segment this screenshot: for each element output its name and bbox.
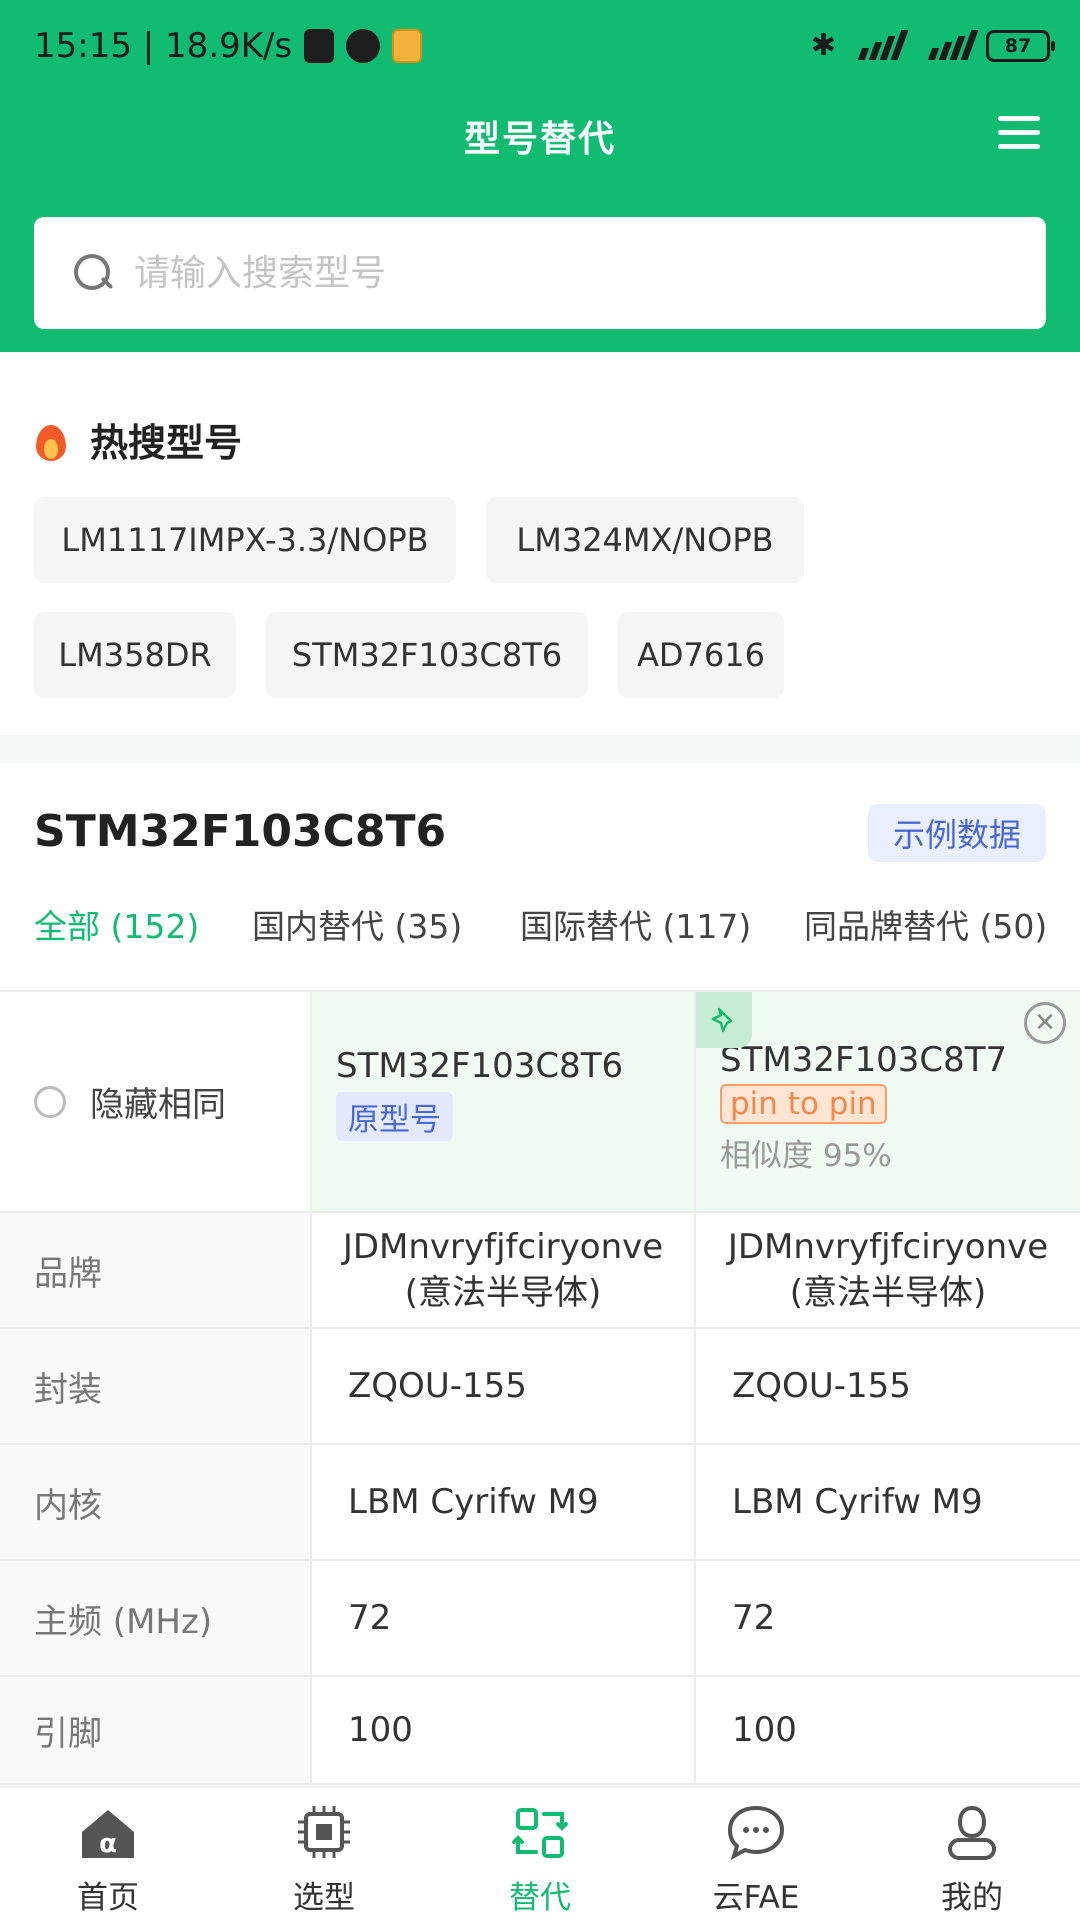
hot-search-title-text: 热搜型号 bbox=[90, 421, 243, 465]
hot-search-title: 热搜型号 bbox=[34, 412, 242, 467]
original-tag: 原型号 bbox=[336, 1092, 453, 1141]
alternative-part-number: STM32F103C8T7 bbox=[720, 1040, 1008, 1080]
app-header: 15:15 | 18.9K/s ✱ 87 型号替代 bbox=[0, 0, 1080, 352]
hot-chip[interactable]: LM358DR bbox=[34, 612, 236, 698]
tab-domestic[interactable]: 国内替代 (35) bbox=[252, 900, 462, 948]
alternative-brand-cn: (意法半导体) bbox=[789, 1273, 987, 1313]
search-input[interactable] bbox=[134, 252, 994, 294]
original-package-cell: ZQOU-155 bbox=[312, 1329, 696, 1445]
nav-selection[interactable]: 选型 bbox=[254, 1802, 394, 1918]
menu-icon[interactable] bbox=[998, 116, 1040, 152]
original-part-header: STM32F103C8T6 原型号 bbox=[312, 990, 696, 1213]
alternative-part-header[interactable]: ✕ STM32F103C8T7 pin to pin 相似度 95% bbox=[696, 990, 1080, 1213]
part-number-title: STM32F103C8T6 bbox=[34, 806, 447, 857]
tab-same-brand[interactable]: 同品牌替代 (50) bbox=[804, 900, 1047, 948]
original-brand-cell: JDMnvryfjfciryonve (意法半导体) bbox=[312, 1213, 696, 1329]
section-divider bbox=[0, 735, 1080, 763]
radio-icon[interactable] bbox=[34, 1085, 66, 1118]
original-brand-cn: (意法半导体) bbox=[404, 1273, 602, 1313]
page-title: 型号替代 bbox=[463, 119, 616, 160]
hot-chip[interactable]: LM1117IMPX-3.3/NOPB bbox=[34, 497, 456, 583]
user-icon bbox=[948, 1805, 996, 1860]
phone-status-icon bbox=[304, 29, 335, 63]
alternative-pins-cell: 100 bbox=[696, 1677, 1080, 1785]
svg-text:α: α bbox=[99, 1829, 117, 1859]
search-icon bbox=[74, 254, 112, 292]
app-notification-icon bbox=[392, 29, 423, 63]
chat-icon bbox=[727, 1805, 785, 1861]
status-time-speed: 15:15 | 18.9K/s bbox=[34, 26, 293, 66]
hot-chip[interactable]: LM324MX/NOPB bbox=[486, 497, 804, 583]
nav-cloud-fae-label: 云FAE bbox=[712, 1880, 800, 1916]
chip-icon bbox=[298, 1806, 350, 1858]
tab-all[interactable]: 全部 (152) bbox=[34, 900, 199, 948]
nav-home-label: 首页 bbox=[77, 1880, 139, 1916]
signal-icon-2 bbox=[916, 29, 979, 62]
close-icon[interactable]: ✕ bbox=[1024, 1002, 1066, 1044]
hot-search-section: 热搜型号 LM1117IMPX-3.3/NOPB LM324MX/NOPB LM… bbox=[0, 352, 1080, 735]
alternative-frequency-cell: 72 bbox=[696, 1561, 1080, 1677]
nav-replace[interactable]: 替代 bbox=[470, 1802, 610, 1918]
status-right: ✱ 87 bbox=[810, 28, 1055, 63]
row-label-brand: 品牌 bbox=[0, 1213, 312, 1329]
row-label-core: 内核 bbox=[0, 1445, 312, 1561]
hot-chip[interactable]: STM32F103C8T6 bbox=[266, 612, 588, 698]
nav-mine[interactable]: 我的 bbox=[902, 1802, 1042, 1918]
original-brand-name: JDMnvryfjfciryonve bbox=[342, 1227, 664, 1267]
hide-same-toggle[interactable]: 隐藏相同 bbox=[0, 990, 312, 1213]
row-label-package: 封装 bbox=[0, 1329, 312, 1445]
fire-icon bbox=[34, 419, 68, 461]
pin-to-pin-tag: pin to pin bbox=[720, 1084, 887, 1124]
example-data-button[interactable]: 示例数据 bbox=[868, 804, 1046, 862]
status-bar: 15:15 | 18.9K/s ✱ 87 bbox=[0, 0, 1080, 100]
alternative-brand-name: JDMnvryfjfciryonve bbox=[727, 1227, 1049, 1267]
clock-status-icon bbox=[346, 29, 381, 63]
similarity-text: 相似度 95% bbox=[720, 1138, 892, 1174]
alternative-core-cell: LBM Cyrifw M9 bbox=[696, 1445, 1080, 1561]
home-icon: α bbox=[82, 1810, 134, 1859]
pin-icon[interactable] bbox=[696, 992, 752, 1048]
bottom-nav: α 首页 选型 替代 云FAE 我的 bbox=[0, 1786, 1080, 1920]
original-core-cell: LBM Cyrifw M9 bbox=[312, 1445, 696, 1561]
nav-cloud-fae[interactable]: 云FAE bbox=[686, 1802, 826, 1918]
alternative-brand-cell: JDMnvryfjfciryonve (意法半导体) bbox=[696, 1213, 1080, 1329]
search-box[interactable] bbox=[34, 217, 1046, 329]
alternative-package-cell: ZQOU-155 bbox=[696, 1329, 1080, 1445]
battery-icon: 87 bbox=[986, 29, 1055, 62]
hide-same-label: 隐藏相同 bbox=[90, 1085, 226, 1125]
bluetooth-icon: ✱ bbox=[810, 28, 836, 63]
signal-icon bbox=[846, 29, 909, 62]
battery-level: 87 bbox=[1004, 34, 1032, 57]
original-part-number: STM32F103C8T6 bbox=[336, 1046, 624, 1086]
nav-replace-label: 替代 bbox=[509, 1880, 571, 1916]
original-frequency-cell: 72 bbox=[312, 1561, 696, 1677]
original-pins-cell: 100 bbox=[312, 1677, 696, 1785]
nav-selection-label: 选型 bbox=[293, 1880, 355, 1916]
row-label-frequency: 主频 (MHz) bbox=[0, 1561, 312, 1677]
nav-mine-label: 我的 bbox=[941, 1880, 1003, 1916]
nav-home[interactable]: α 首页 bbox=[38, 1802, 178, 1918]
row-label-pins: 引脚 bbox=[0, 1677, 312, 1785]
swap-icon bbox=[512, 1808, 568, 1858]
tab-international[interactable]: 国际替代 (117) bbox=[520, 900, 751, 948]
comparison-table: 隐藏相同 STM32F103C8T6 原型号 ✕ STM32F103C8T7 p… bbox=[0, 990, 1080, 1785]
status-left: 15:15 | 18.9K/s bbox=[34, 26, 423, 66]
hot-chip[interactable]: AD7616 bbox=[618, 612, 784, 698]
filter-tabs: 全部 (152) 国内替代 (35) 国际替代 (117) 同品牌替代 (50) bbox=[0, 900, 1080, 960]
